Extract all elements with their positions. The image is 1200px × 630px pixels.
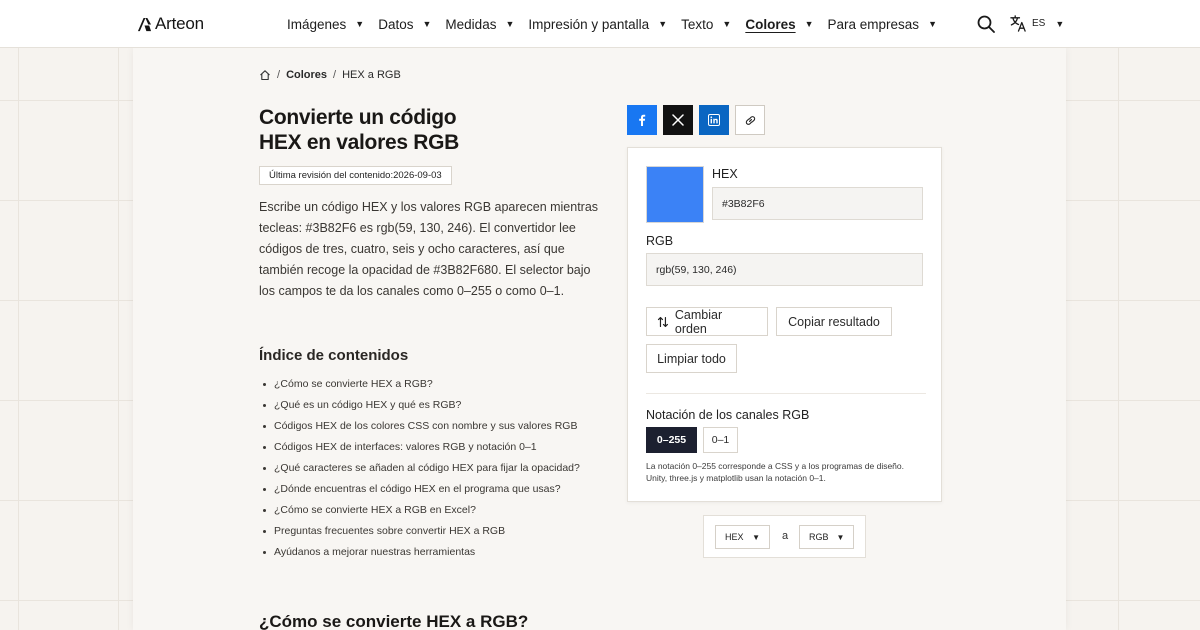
caret-down-icon: ▼: [658, 19, 668, 29]
link-icon: [745, 115, 755, 125]
facebook-icon: [639, 114, 646, 126]
language-switcher[interactable]: ES ▼: [1010, 15, 1064, 32]
color-swatch[interactable]: [646, 166, 704, 223]
toc-link[interactable]: ¿Qué caracteres se añaden al código HEX …: [263, 458, 580, 479]
caret-down-icon: ▼: [505, 19, 515, 29]
intro-paragraph: Escribe un código HEX y los valores RGB …: [259, 200, 599, 298]
notation-option-0-1[interactable]: 0–1: [703, 427, 738, 453]
share-buttons: [627, 105, 765, 135]
hex-input[interactable]: [712, 187, 923, 220]
clear-all-label: Limpiar todo: [657, 351, 726, 366]
toc-link[interactable]: ¿Dónde encuentras el código HEX en el pr…: [263, 479, 580, 500]
nav-item-datos[interactable]: Datos ▼: [378, 17, 431, 32]
from-unit-value: HEX: [725, 532, 744, 542]
table-of-contents: ¿Cómo se convierte HEX a RGB? ¿Qué es un…: [263, 374, 580, 563]
breadcrumb: / Colores / HEX a RGB: [259, 69, 401, 81]
to-unit-select[interactable]: RGB ▼: [799, 525, 854, 549]
rgb-input[interactable]: [646, 253, 923, 286]
nav-item-label: Medidas: [445, 16, 497, 32]
caret-down-icon: ▼: [752, 532, 760, 542]
caret-down-icon: ▼: [1055, 18, 1065, 29]
nav-item-label: Impresión y pantalla: [528, 16, 650, 32]
copy-result-button[interactable]: Copiar resultado: [776, 307, 892, 336]
breadcrumb-separator: /: [333, 69, 337, 81]
share-linkedin-button[interactable]: [699, 105, 729, 135]
caret-down-icon: ▼: [355, 19, 365, 29]
swap-order-label: Cambiar orden: [674, 307, 723, 336]
converter-card: HEX RGB Cambiar orden Copiar resultado L…: [627, 147, 942, 502]
copy-link-button[interactable]: [735, 105, 765, 135]
section-heading: ¿Cómo se convierte HEX a RGB?: [259, 612, 529, 630]
copy-result-label: Copiar resultado: [788, 314, 880, 329]
top-navigation: Arteon Imágenes ▼ Datos ▼ Medidas ▼ Impresi…: [0, 0, 1200, 48]
caret-down-icon: ▼: [836, 532, 845, 542]
to-unit-value: RGB: [809, 532, 829, 542]
share-x-button[interactable]: [663, 105, 693, 135]
card-divider: [646, 393, 926, 394]
nav-item-label: Para empresas: [827, 16, 920, 32]
nav-item-imagenes[interactable]: Imágenes ▼: [287, 17, 364, 32]
caret-down-icon: ▼: [722, 19, 732, 29]
page-title-line: Convierte un código: [259, 106, 457, 129]
clear-all-button[interactable]: Limpiar todo: [646, 344, 737, 373]
page-title-line: HEX en valores RGB: [259, 131, 460, 154]
notation-option-0-255[interactable]: 0–255: [646, 427, 697, 453]
linkedin-icon: [708, 114, 720, 126]
nav-item-impresion[interactable]: Impresión y pantalla ▼: [528, 17, 667, 32]
nav-item-label: Texto: [681, 16, 714, 32]
revision-badge: Última revisión del contenido:2026-09-03: [259, 166, 452, 185]
unit-selector: HEX ▼ a RGB ▼: [703, 515, 866, 558]
search-icon[interactable]: [977, 15, 995, 33]
share-facebook-button[interactable]: [627, 105, 657, 135]
from-unit-select[interactable]: HEX ▼: [715, 525, 770, 549]
caret-down-icon: ▼: [928, 19, 937, 29]
breadcrumb-current: HEX a RGB: [342, 69, 401, 81]
brand-mark-icon: [137, 17, 152, 31]
main-menu: Imágenes ▼ Datos ▼ Medidas ▼ Impresión y pa…: [287, 0, 951, 48]
nav-item-texto[interactable]: Texto ▼: [681, 17, 731, 32]
nav-item-medidas[interactable]: Medidas ▼: [445, 17, 514, 32]
nav-item-empresas[interactable]: Para empresas ▼: [828, 17, 937, 32]
toc-link[interactable]: Preguntas frecuentes sobre convertir HEX…: [263, 521, 580, 542]
toc-link[interactable]: Ayúdanos a mejorar nuestras herramientas: [263, 542, 580, 563]
nav-item-colores[interactable]: Colores ▼: [745, 17, 813, 32]
notation-title: Notación de los canales RGB: [646, 408, 810, 422]
home-icon[interactable]: [259, 69, 271, 81]
toc-title: Índice de contenidos: [259, 347, 409, 364]
toc-link[interactable]: ¿Cómo se convierte HEX a RGB?: [263, 374, 580, 395]
swap-icon: [657, 316, 669, 327]
swap-order-button[interactable]: Cambiar orden: [646, 307, 768, 336]
toc-link[interactable]: Códigos HEX de los colores CSS con nombr…: [263, 416, 580, 437]
breadcrumb-link-colores[interactable]: Colores: [286, 69, 327, 81]
nav-item-label: Imágenes: [287, 16, 347, 32]
notation-note: La notación 0–255 corresponde a CSS y a …: [646, 461, 904, 483]
translate-icon: [1010, 15, 1026, 32]
brand-name: Arteon: [155, 14, 204, 33]
caret-down-icon: ▼: [422, 19, 432, 29]
x-icon: [672, 114, 684, 126]
hex-label: HEX: [712, 167, 738, 181]
toc-link[interactable]: Códigos HEX de interfaces: valores RGB y…: [263, 437, 580, 458]
page-title: Convierte un código HEX en valores RGB: [259, 105, 579, 155]
breadcrumb-separator: /: [277, 69, 281, 81]
nav-item-label: Datos: [378, 16, 414, 32]
toc-link[interactable]: ¿Cómo se convierte HEX a RGB en Excel?: [263, 500, 580, 521]
nav-item-label: Colores: [745, 16, 796, 32]
brand-logo[interactable]: Arteon: [137, 14, 204, 34]
language-code: ES: [1032, 18, 1046, 29]
toc-link[interactable]: ¿Qué es un código HEX y qué es RGB?: [263, 395, 580, 416]
rgb-label: RGB: [646, 234, 674, 248]
unit-separator: a: [782, 530, 789, 542]
caret-down-icon: ▼: [804, 19, 814, 29]
